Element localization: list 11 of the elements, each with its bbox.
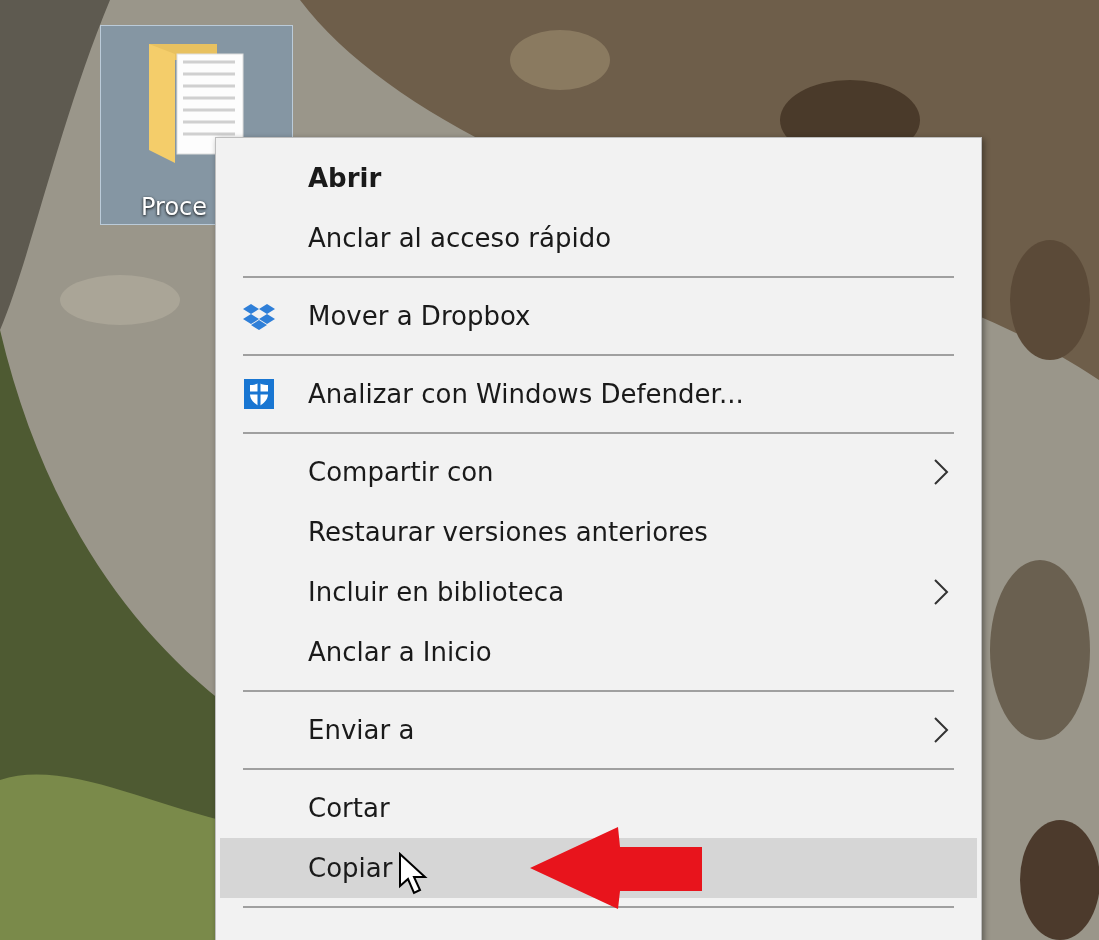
box-icon	[243, 301, 275, 331]
menu-item[interactable]: Restaurar versiones anteriores	[220, 502, 977, 562]
menu-item[interactable]: Mover a Dropbox	[220, 286, 977, 346]
menu-item[interactable]: Analizar con Windows Defender...	[220, 364, 977, 424]
menu-item[interactable]: Cortar	[220, 778, 977, 838]
menu-item[interactable]: Compartir con	[220, 442, 977, 502]
menu-item[interactable]: Anclar a Inicio	[220, 622, 977, 682]
menu-item[interactable]: Enviar a	[220, 700, 977, 760]
shield-icon	[243, 379, 275, 409]
desktop-icon-label: Proce	[141, 193, 208, 221]
menu-item[interactable]: Incluir en biblioteca	[220, 562, 977, 622]
